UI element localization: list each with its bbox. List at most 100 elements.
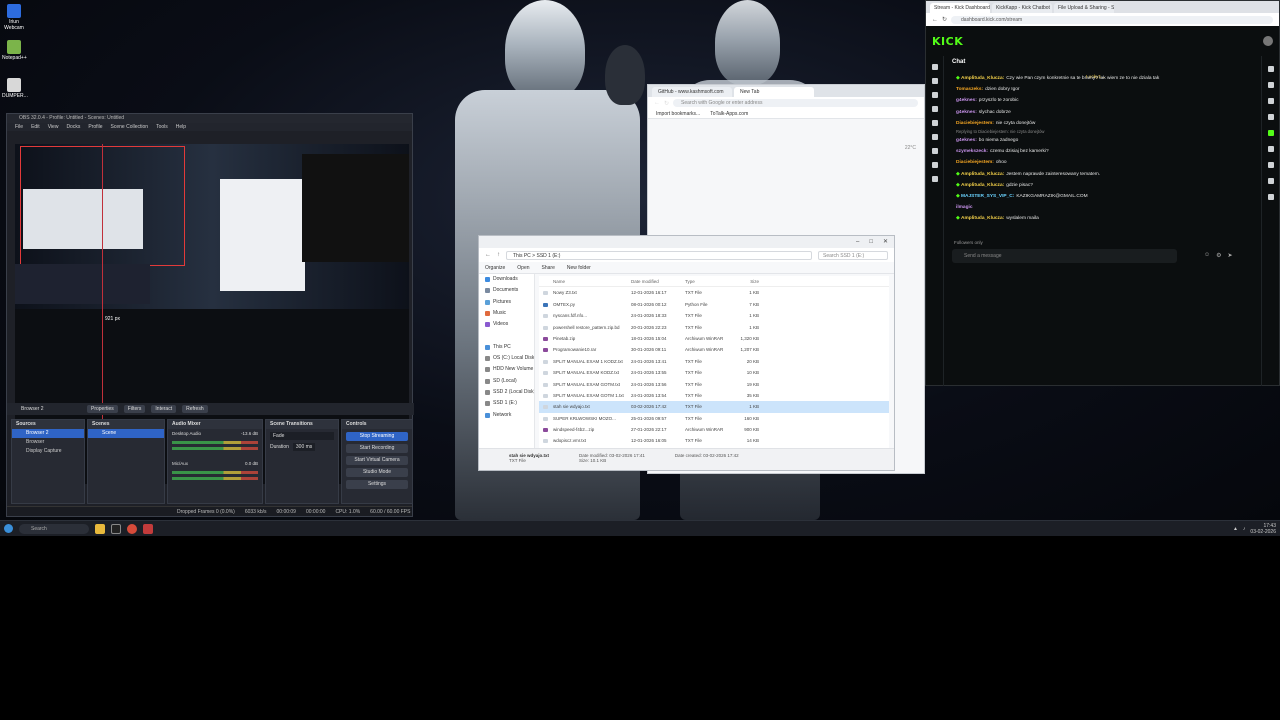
- organize-button[interactable]: Organize: [485, 265, 505, 271]
- up-icon[interactable]: ↑: [497, 252, 500, 258]
- menu-docks[interactable]: Docks: [66, 123, 80, 131]
- send-icon[interactable]: ➤: [1228, 252, 1233, 259]
- file-row[interactable]: windspeed-f4b2...zip 27-01-2026 22:17 Arch…: [539, 424, 889, 435]
- chat-username[interactable]: Amplituda_Klucza:: [961, 183, 1004, 188]
- file-row[interactable]: Pinetab.zip 18-01-2026 15:04 Archiwum WinR…: [539, 333, 889, 344]
- chat-username[interactable]: Tomaszeks:: [956, 87, 983, 92]
- back-icon[interactable]: ←: [485, 252, 491, 258]
- sidebar-item[interactable]: Documents: [479, 285, 534, 296]
- duration-input[interactable]: 300 ms: [292, 443, 316, 451]
- sidebar-item[interactable]: Videos: [479, 319, 534, 330]
- stop-streaming-button[interactable]: Stop Streaming: [346, 432, 408, 441]
- chat-message[interactable]: szymekszeck: czemu dzisiaj bez kamerki?: [956, 146, 1246, 157]
- bookmark-item[interactable]: ToTalk-Apps.com: [710, 109, 748, 118]
- sidebar-item[interactable]: Downloads: [479, 274, 534, 285]
- wallet-icon[interactable]: [931, 120, 938, 126]
- sidebar-item[interactable]: SSD 1 (E:): [479, 398, 534, 409]
- search-input[interactable]: Search SSD 1 (E:): [818, 250, 888, 260]
- chrome-icon[interactable]: [127, 523, 137, 534]
- start-recording-button[interactable]: Start Recording: [346, 444, 408, 453]
- reload-icon[interactable]: ↻: [664, 100, 669, 107]
- chat-username[interactable]: Diaciebiejestem:: [956, 121, 994, 126]
- back-icon[interactable]: ←: [932, 17, 938, 23]
- users-icon[interactable]: [931, 92, 938, 98]
- bookmark-item[interactable]: Import bookmarks...: [656, 109, 700, 118]
- obs-icon[interactable]: [111, 523, 121, 534]
- chat-message[interactable]: ilmagic: [956, 202, 1246, 213]
- source-item[interactable]: Browser 2: [12, 429, 84, 438]
- kick-browser-window[interactable]: Stream - Kick Dashboard KickKapp - Kick …: [925, 0, 1280, 386]
- menu-help[interactable]: Help: [176, 123, 186, 131]
- sidebar-item[interactable]: [479, 330, 534, 341]
- people-icon[interactable]: [1267, 146, 1274, 152]
- file-row[interactable]: SUPER KRLWOWSKI MOZO... 25-01-2026 09:57 T…: [539, 413, 889, 424]
- gear-icon[interactable]: ⚙: [1216, 252, 1221, 259]
- menu-edit[interactable]: Edit: [31, 123, 40, 131]
- file-row[interactable]: Nowy Z3.txt 12-01-2026 16:17 TXT File 1 KB: [539, 287, 889, 298]
- start-icon[interactable]: [4, 524, 13, 533]
- layout-icon[interactable]: [1267, 162, 1274, 168]
- chat-username[interactable]: g4eknes:: [956, 98, 977, 103]
- column-date[interactable]: Date modified: [631, 276, 685, 286]
- back-icon[interactable]: ←: [654, 100, 660, 106]
- tools-icon[interactable]: [931, 148, 938, 154]
- network-icon[interactable]: ▲: [1233, 526, 1238, 532]
- chat-username[interactable]: g4eknes:: [956, 110, 977, 115]
- new-folder-button[interactable]: New folder: [567, 265, 591, 271]
- column-type[interactable]: Type: [685, 276, 733, 286]
- help-icon[interactable]: [931, 162, 938, 168]
- file-row[interactable]: SPLIT MANUAL EXAM 1 KODZ.txt 24-01-2026 1…: [539, 356, 889, 367]
- desktop-icon[interactable]: Notepad++: [2, 40, 27, 61]
- source-item[interactable]: Browser: [12, 438, 84, 447]
- mute-icon[interactable]: [1267, 98, 1274, 104]
- chat-message[interactable]: g4eknes: slychac dobrze: [956, 107, 1246, 118]
- chrome-tab[interactable]: New Tab: [734, 87, 814, 97]
- address-bar[interactable]: This PC > SSD 1 (E:): [506, 250, 812, 260]
- reload-icon[interactable]: ↻: [942, 16, 947, 23]
- sidebar-item[interactable]: Pictures: [479, 297, 534, 308]
- chat-message[interactable]: ◆ Amplituda_Klucza: gdzie pisac?: [956, 180, 1246, 191]
- scene-item[interactable]: Scene: [88, 429, 164, 438]
- properties-button[interactable]: Properties: [87, 405, 118, 413]
- chat-message[interactable]: g4eknes: przyszlo te zorobic: [956, 95, 1246, 106]
- menu-profile[interactable]: Profile: [88, 123, 102, 131]
- sidebar-item[interactable]: Music: [479, 308, 534, 319]
- chrome-omnibox[interactable]: Search with Google or enter address: [673, 99, 918, 107]
- taskbar-search[interactable]: Search: [19, 523, 89, 534]
- share-button[interactable]: Share: [542, 265, 555, 271]
- chat-icon[interactable]: [1267, 130, 1274, 136]
- file-explorer-icon[interactable]: [95, 523, 105, 534]
- chat-username[interactable]: Diaciebiejestem:: [956, 160, 994, 165]
- chat-username[interactable]: Amplituda_Klucza:: [961, 76, 1004, 81]
- clock-date[interactable]: 03-02-2026: [1250, 529, 1276, 535]
- app-icon[interactable]: [143, 523, 153, 534]
- chat-username[interactable]: Amplituda_Klucza:: [961, 172, 1004, 177]
- chat-username[interactable]: ilmagic: [956, 205, 973, 210]
- phone-icon[interactable]: [1267, 114, 1274, 120]
- emoji-icon[interactable]: ☺: [1204, 252, 1210, 259]
- file-explorer-window[interactable]: – □ ✕ ← ↑ This PC > SSD 1 (E:) Search SS…: [478, 235, 895, 471]
- chat-username[interactable]: szymekszeck:: [956, 149, 988, 154]
- sidebar-item[interactable]: SD (Local): [479, 376, 534, 387]
- more-icon[interactable]: [931, 176, 938, 182]
- grid-icon[interactable]: [1267, 194, 1274, 200]
- settings-button[interactable]: Settings: [346, 480, 408, 489]
- kick-url-bar[interactable]: dashboard.kick.com/stream: [951, 15, 1273, 24]
- chat-message[interactable]: ◆ Amplituda_Klucza: Jestem naprawde zaint…: [956, 169, 1246, 180]
- sidebar-item[interactable]: This PC: [479, 342, 534, 353]
- desktop-icon[interactable]: Iriun Webcam: [2, 4, 26, 31]
- sidebar-item[interactable]: OS (C:) Local Disk: [479, 353, 534, 364]
- chat-username[interactable]: g4eknes:: [956, 138, 977, 143]
- chat-input[interactable]: Send a message: [952, 249, 1177, 263]
- pen-icon[interactable]: [1267, 82, 1274, 88]
- maximize-icon[interactable]: □: [869, 236, 873, 248]
- browser-tab[interactable]: Stream - Kick Dashboard: [930, 3, 990, 13]
- avatar[interactable]: [1263, 36, 1273, 46]
- file-row[interactable]: stah sie wdyajo.txt 03-02-2026 17:42 TXT F…: [539, 401, 889, 413]
- column-size[interactable]: Size: [733, 276, 759, 286]
- file-row[interactable]: nyscans.fdf.nfo... 24-01-2026 18:33 TXT Fi…: [539, 310, 889, 321]
- file-row[interactable]: SPLIT MANUAL EXAM GOTM.txt 24-01-2026 13:…: [539, 379, 889, 390]
- chat-message[interactable]: Diaciebiejestem: ohoo: [956, 157, 1246, 168]
- chat-message[interactable]: g4eknes: bo niema zadnego: [956, 135, 1246, 146]
- clock-icon[interactable]: [1267, 66, 1274, 72]
